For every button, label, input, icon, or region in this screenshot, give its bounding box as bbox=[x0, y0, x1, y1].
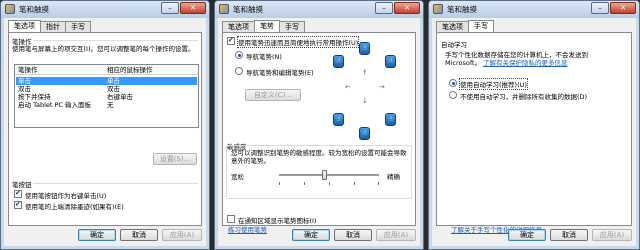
ok-button[interactable]: 确定 bbox=[292, 229, 330, 241]
row-mouse-action: 单击 bbox=[107, 77, 120, 85]
arrow-down-icon: ↓ bbox=[362, 97, 368, 105]
show-flicks-icon-checkbox[interactable] bbox=[227, 215, 235, 223]
slider-tick bbox=[354, 182, 355, 185]
tab-pen-options[interactable]: 笔选项 bbox=[222, 21, 255, 32]
list-row-press-hold[interactable]: 按下并保持 右键单击 bbox=[16, 93, 197, 101]
minimize-button[interactable]: – bbox=[591, 2, 609, 14]
row-pen-action: 单击 bbox=[18, 77, 31, 85]
window-title: 笔和触摸 bbox=[447, 5, 477, 14]
autolearn-group-label: 自动学习 bbox=[441, 41, 467, 49]
right-click-label: 使用笔按钮作为右键单击(U) bbox=[25, 192, 107, 200]
row-pen-action: 启动 Tablet PC 输入面板 bbox=[18, 101, 92, 109]
minimize-button[interactable]: – bbox=[375, 2, 393, 14]
pen-actions-list[interactable]: 笔操作 相应的鼠标操作 单击 单击 双击 双击 按下并保持 右键单击 启动 Ta… bbox=[14, 64, 199, 128]
tab-handwriting[interactable]: 手写 bbox=[279, 21, 305, 32]
sensitivity-right-label: 精确 bbox=[387, 173, 400, 181]
tab-pen-options[interactable]: 笔选项 bbox=[8, 20, 41, 32]
tab-pen-options[interactable]: 笔选项 bbox=[436, 21, 469, 32]
row-mouse-action: 无 bbox=[107, 101, 114, 109]
list-header: 笔操作 相应的鼠标操作 bbox=[15, 65, 198, 75]
flick-up-hand-icon: ☝ bbox=[359, 42, 370, 55]
pen-touch-window-flicks: 笔和触摸 – ✕ 笔选项 笔势 手写 使用笔势迅速而且简便地执行常用操作(U) … bbox=[214, 0, 424, 250]
slider-tick bbox=[279, 182, 280, 185]
use-autolearn-radio[interactable] bbox=[449, 79, 457, 87]
flick-left-down-hand-icon: ☝ bbox=[333, 113, 344, 126]
pen-actions-description: 使用笔与屏幕上的项交互(I)。您可以调整笔的每个操作的设置。 bbox=[12, 45, 195, 53]
pen-touch-window-handwriting: 笔和触摸 – ✕ 笔选项 手写 自动学习 手写个性化数据存储在您的计算机上，不会… bbox=[428, 0, 640, 250]
apply-button[interactable]: 应用(A) bbox=[162, 229, 202, 241]
use-autolearn-label: 使用自动学习(推荐)(U) bbox=[459, 78, 528, 90]
title-bar: 笔和触摸 – ✕ bbox=[1, 1, 209, 18]
apply-button[interactable]: 应用(A) bbox=[592, 229, 632, 241]
autolearn-description-company: Microsoft。 bbox=[445, 59, 482, 67]
window-title: 笔和触摸 bbox=[19, 5, 49, 14]
row-pen-action: 按下并保持 bbox=[18, 93, 51, 101]
eraser-label: 使用笔的上端清除墨迹(如果有)(E) bbox=[25, 203, 124, 211]
row-mouse-action: 双击 bbox=[107, 85, 120, 93]
disable-autolearn-label: 不使用自动学习，并删除所有收集的数据(D) bbox=[460, 93, 588, 101]
list-row-double-click[interactable]: 双击 双击 bbox=[16, 85, 197, 93]
sensitivity-description: 您可以调整识别笔势的敏感程度。较为宽松的设置可能会导致意外的笔势。 bbox=[231, 149, 407, 165]
settings-button[interactable]: 设置(S)... bbox=[153, 153, 197, 165]
row-mouse-action: 右键单击 bbox=[107, 93, 133, 101]
editing-flicks-radio[interactable] bbox=[235, 67, 243, 75]
editing-flicks-label: 导航笔势和编辑笔势(E) bbox=[246, 69, 314, 77]
pen-touch-window-pen-options: 笔和触摸 – ✕ 笔选项 指针 手写 笔操作 使用笔与屏幕上的项交互(I)。您可… bbox=[0, 0, 210, 250]
tab-flicks[interactable]: 笔势 bbox=[254, 20, 280, 32]
tab-panel: 自动学习 手写个性化数据存储在您的计算机上，不会发送到 Microsoft。 了… bbox=[436, 32, 632, 234]
arrow-right-icon: → bbox=[379, 83, 385, 91]
slider-tick bbox=[378, 182, 379, 185]
pen-touch-app-icon bbox=[5, 4, 15, 14]
tab-panel: 使用笔势迅速而且简便地执行常用操作(U) 导航笔势(N) 导航笔势和编辑笔势(E… bbox=[222, 32, 416, 234]
row-pen-action: 双击 bbox=[18, 85, 31, 93]
list-row-input-panel[interactable]: 启动 Tablet PC 输入面板 无 bbox=[16, 101, 197, 109]
slider-tick bbox=[304, 182, 305, 185]
list-row-click[interactable]: 单击 单击 bbox=[16, 77, 197, 85]
customize-button[interactable]: 自定义(C)... bbox=[245, 89, 301, 101]
disable-autolearn-radio[interactable] bbox=[449, 91, 457, 99]
privacy-link[interactable]: 了解有关保护隐私的更多信息 bbox=[483, 57, 568, 67]
sensitivity-slider-track[interactable] bbox=[279, 174, 379, 176]
tab-pointer[interactable]: 指针 bbox=[40, 21, 66, 32]
close-button[interactable]: ✕ bbox=[394, 2, 420, 14]
sensitivity-left-label: 宽松 bbox=[231, 173, 244, 181]
arrow-left-icon: ← bbox=[345, 83, 351, 91]
flick-down-hand-icon: ☝ bbox=[359, 127, 370, 140]
tab-handwriting[interactable]: 手写 bbox=[65, 21, 91, 32]
slider-tick bbox=[329, 182, 330, 185]
minimize-button[interactable]: – bbox=[161, 2, 179, 14]
arrow-up-icon: ↑ bbox=[362, 69, 368, 77]
tab-panel: 笔操作 使用笔与屏幕上的项交互(I)。您可以调整笔的每个操作的设置。 笔操作 相… bbox=[8, 32, 202, 226]
enable-flicks-label: 使用笔势迅速而且简便地执行常用操作(U) bbox=[236, 36, 360, 48]
eraser-checkbox[interactable] bbox=[14, 200, 22, 209]
flick-right-down-hand-icon: ☝ bbox=[385, 113, 396, 126]
ok-button[interactable]: 确定 bbox=[508, 229, 546, 241]
title-bar: 笔和触摸 – ✕ bbox=[215, 1, 423, 18]
navigational-flicks-label: 导航笔势(N) bbox=[246, 53, 282, 61]
pen-touch-app-icon bbox=[433, 4, 443, 14]
pen-buttons-group-label: 笔按钮 bbox=[12, 181, 32, 189]
column-header-mouse-action[interactable]: 相应的鼠标操作 bbox=[107, 66, 153, 74]
navigational-flicks-radio[interactable] bbox=[235, 51, 243, 59]
flick-right-up-hand-icon: ☝ bbox=[385, 55, 396, 68]
close-button[interactable]: ✕ bbox=[610, 2, 636, 14]
apply-button[interactable]: 应用(A) bbox=[376, 229, 416, 241]
window-title: 笔和触摸 bbox=[233, 5, 263, 14]
cancel-button[interactable]: 取消 bbox=[334, 229, 372, 241]
ok-button[interactable]: 确定 bbox=[78, 229, 116, 241]
enable-flicks-checkbox[interactable] bbox=[227, 36, 235, 45]
title-bar: 笔和触摸 – ✕ bbox=[429, 1, 639, 18]
flick-left-up-hand-icon: ☝ bbox=[333, 55, 344, 68]
right-click-checkbox[interactable] bbox=[14, 189, 22, 198]
column-header-pen-action[interactable]: 笔操作 bbox=[18, 66, 38, 74]
cancel-button[interactable]: 取消 bbox=[120, 229, 158, 241]
close-button[interactable]: ✕ bbox=[180, 2, 206, 14]
tab-handwriting[interactable]: 手写 bbox=[468, 20, 494, 32]
pen-touch-app-icon bbox=[219, 4, 229, 14]
sensitivity-slider-thumb[interactable] bbox=[322, 170, 327, 180]
cancel-button[interactable]: 取消 bbox=[550, 229, 588, 241]
